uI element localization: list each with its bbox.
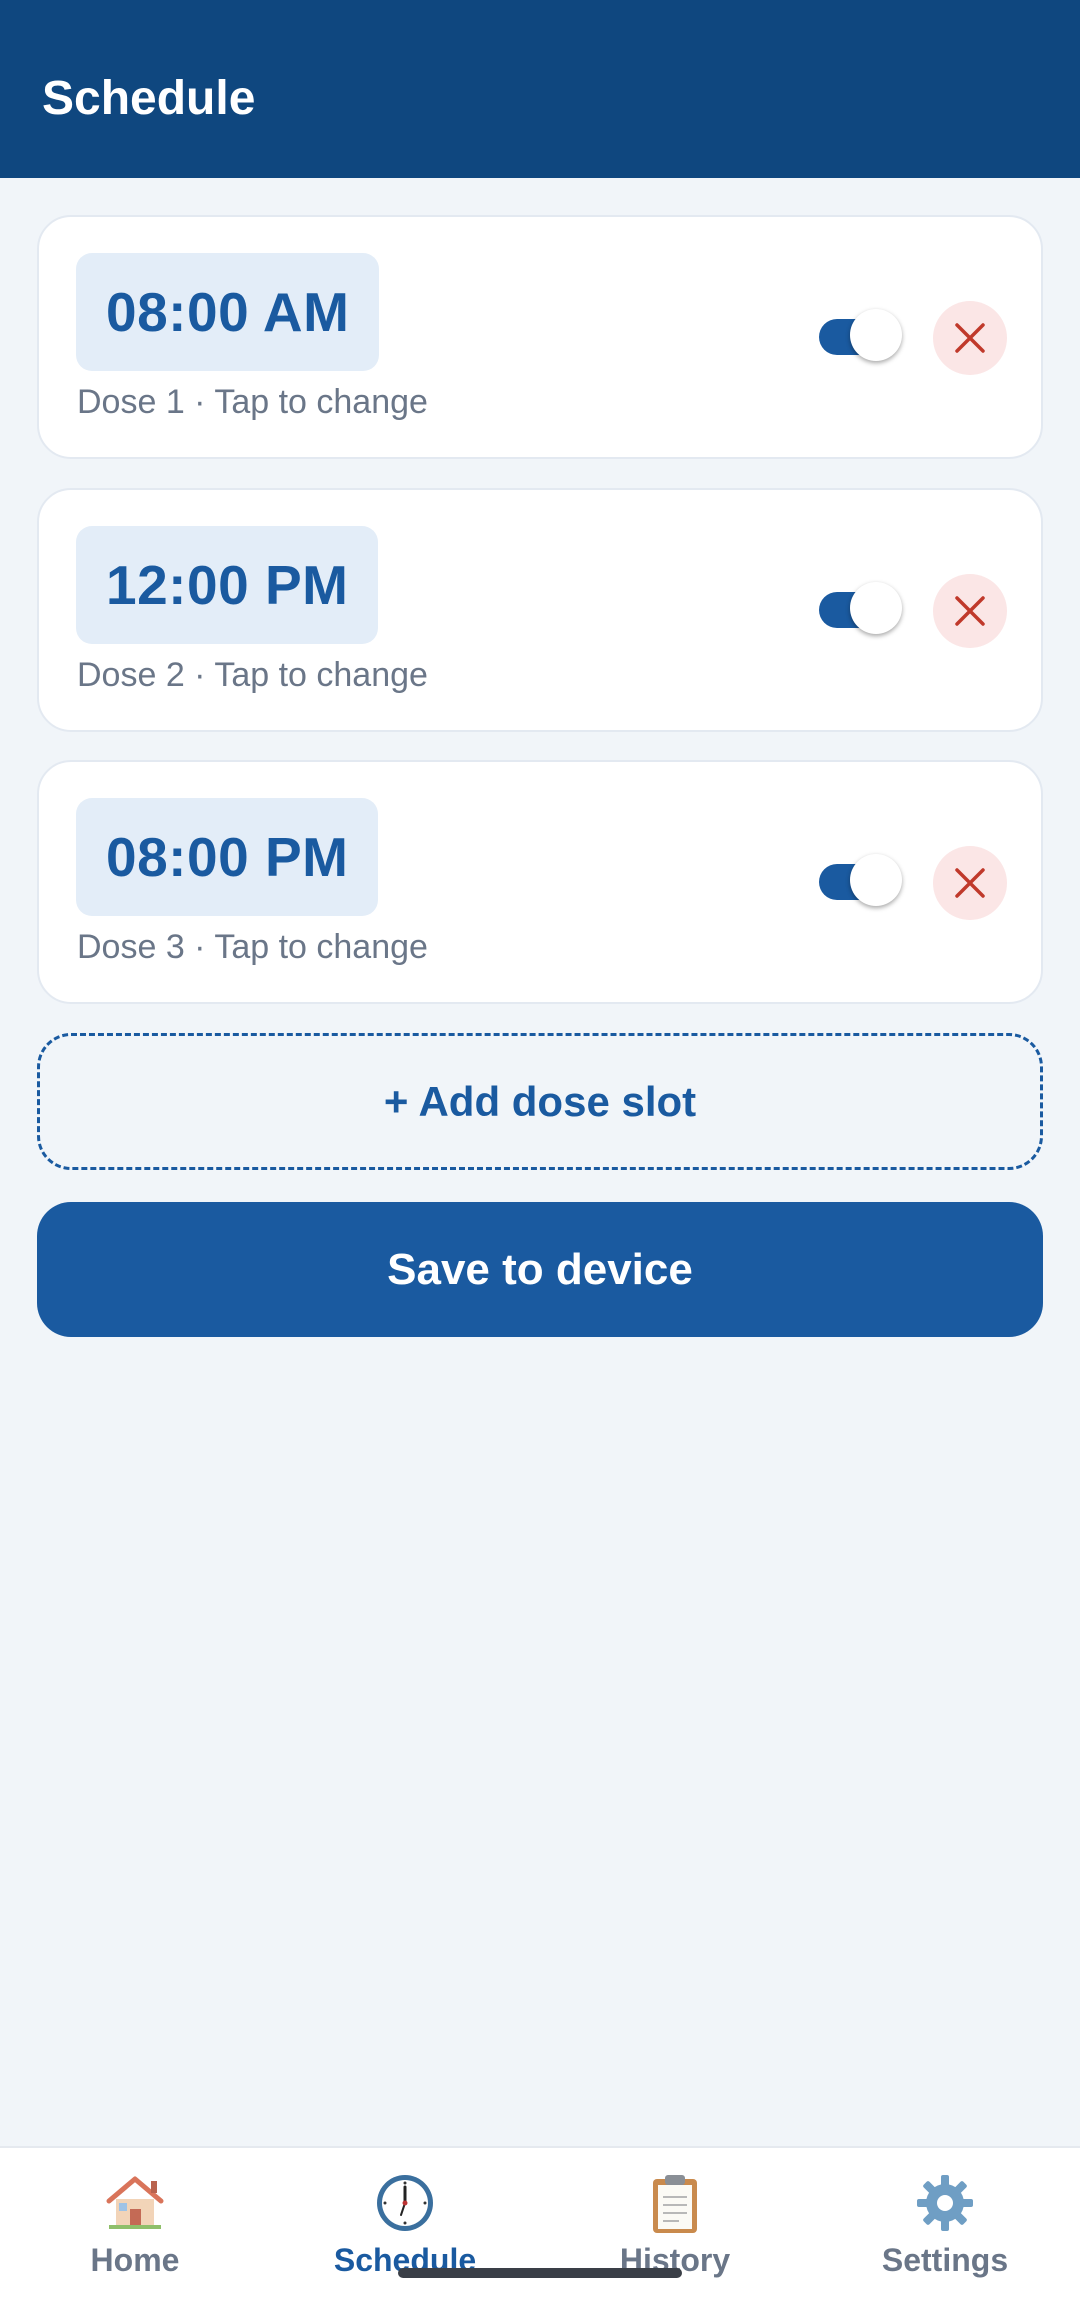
dose-card-1: 08:00 AM Dose 1 · Tap to change	[37, 215, 1043, 459]
delete-dose-button[interactable]	[933, 846, 1007, 920]
delete-dose-button[interactable]	[933, 301, 1007, 375]
add-dose-slot-button[interactable]: + Add dose slot	[37, 1033, 1043, 1170]
dose-enable-toggle[interactable]	[819, 309, 902, 365]
dose-subtitle: Dose 3 · Tap to change	[77, 928, 428, 966]
toggle-knob	[850, 854, 902, 906]
app-root: Schedule 08:00 AM Dose 1 · Tap to change…	[0, 0, 1080, 2303]
clipboard-icon	[642, 2170, 708, 2236]
clock-icon	[372, 2170, 438, 2236]
close-icon	[955, 596, 985, 626]
toggle-knob	[850, 309, 902, 361]
close-icon	[955, 868, 985, 898]
nav-label-home: Home	[90, 2242, 180, 2278]
nav-item-settings[interactable]: Settings	[810, 2148, 1080, 2303]
house-icon	[102, 2170, 168, 2236]
nav-label-settings: Settings	[881, 2242, 1009, 2278]
dose-time-button[interactable]: 12:00 PM	[76, 526, 379, 644]
nav-item-home[interactable]: Home	[0, 2148, 270, 2303]
app-header: Schedule	[0, 0, 1080, 178]
dose-time-button[interactable]: 08:00 PM	[76, 798, 379, 916]
dose-card-2: 12:00 PM Dose 2 · Tap to change	[37, 488, 1043, 732]
toggle-knob	[850, 582, 902, 634]
home-indicator[interactable]	[398, 2268, 682, 2278]
dose-time-button[interactable]: 08:00 AM	[76, 253, 380, 371]
nav-item-history[interactable]: History	[540, 2148, 810, 2303]
dose-enable-toggle[interactable]	[819, 582, 902, 638]
page-title: Schedule	[42, 71, 256, 125]
gear-icon	[912, 2170, 978, 2236]
delete-dose-button[interactable]	[933, 574, 1007, 648]
nav-item-schedule[interactable]: Schedule	[270, 2148, 540, 2303]
save-to-device-button[interactable]: Save to device	[37, 1202, 1043, 1337]
dose-subtitle: Dose 1 · Tap to change	[77, 383, 428, 421]
dose-subtitle: Dose 2 · Tap to change	[77, 656, 428, 694]
bottom-nav: Home Schedule History Settings	[0, 2146, 1080, 2303]
close-icon	[955, 323, 985, 353]
dose-enable-toggle[interactable]	[819, 854, 902, 910]
dose-card-3: 08:00 PM Dose 3 · Tap to change	[37, 760, 1043, 1004]
